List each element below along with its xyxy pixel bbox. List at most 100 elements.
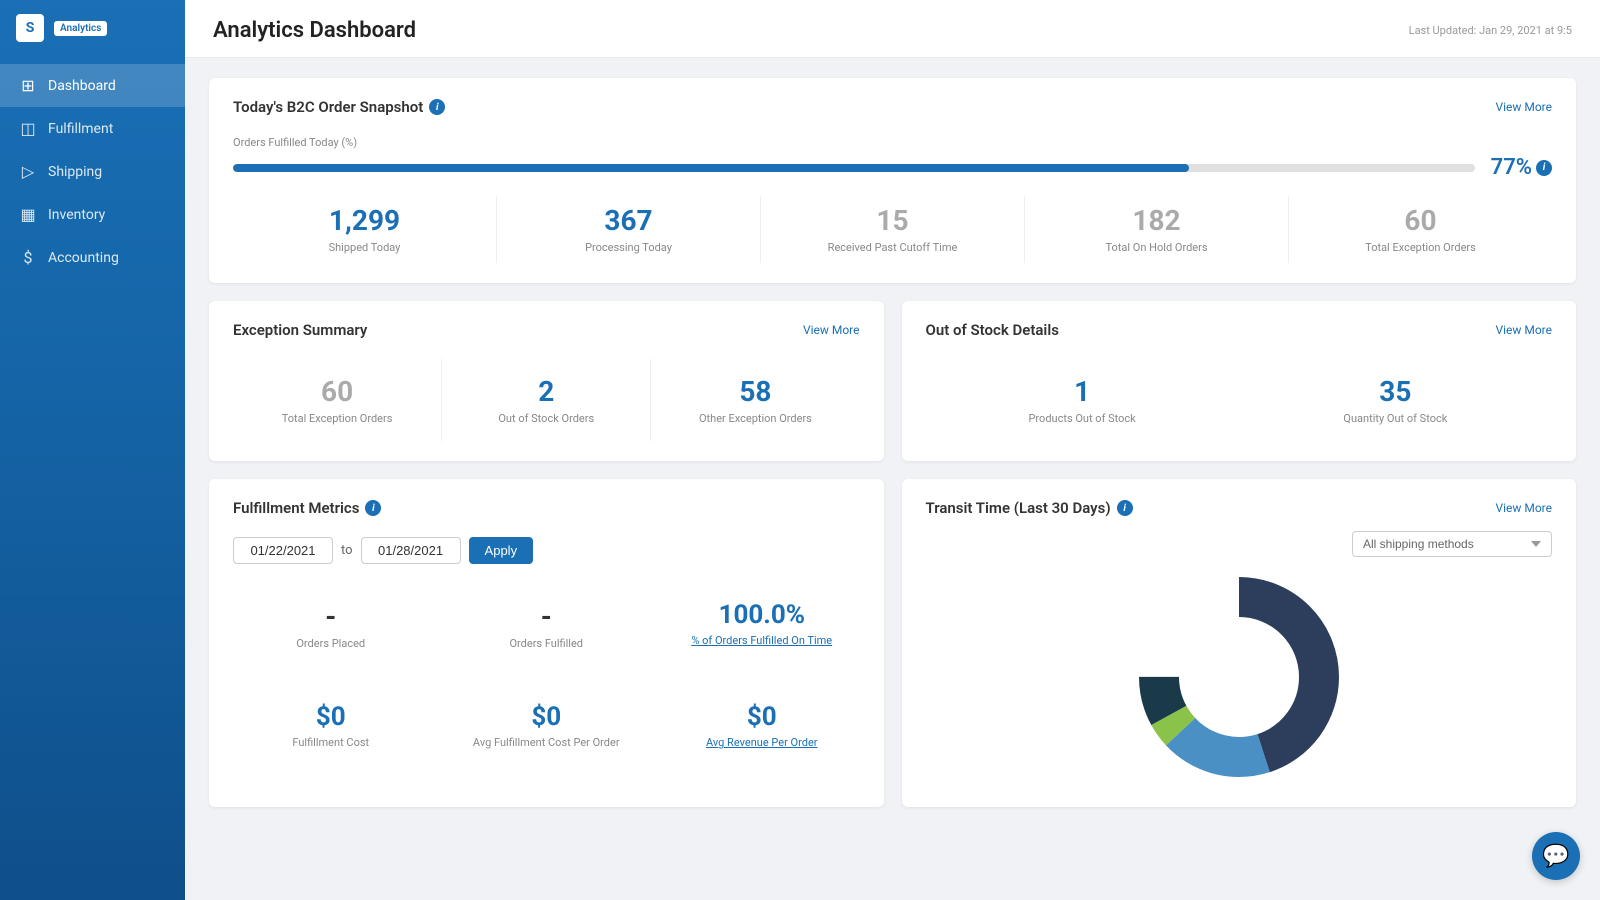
exception-summary-header: Exception Summary View More xyxy=(233,321,860,339)
sidebar-item-fulfillment[interactable]: ◫ Fulfillment xyxy=(0,107,185,150)
transit-info-icon[interactable]: i xyxy=(1117,500,1133,516)
transit-time-card: Transit Time (Last 30 Days) i View More … xyxy=(902,479,1577,807)
dashboard-icon: ⊞ xyxy=(18,76,38,95)
fm-value-0: - xyxy=(241,600,421,633)
progress-fill xyxy=(233,164,1189,172)
oos-metric-0: 1 Products Out of Stock xyxy=(926,359,1239,441)
oos-view-more[interactable]: View More xyxy=(1495,323,1552,337)
progress-section: Orders Fulfilled Today (%) 77% i xyxy=(233,136,1552,180)
sidebar-label-inventory: Inventory xyxy=(48,207,105,223)
apply-button[interactable]: Apply xyxy=(469,537,534,564)
main-content-area: Analytics Dashboard Last Updated: Jan 29… xyxy=(185,0,1600,900)
shipping-icon: ▷ xyxy=(18,162,38,181)
accounting-icon: $ xyxy=(18,248,38,267)
fm-value-5: $0 xyxy=(672,702,852,732)
fm-metric-0: - Orders Placed xyxy=(233,584,429,666)
oos-title: Out of Stock Details xyxy=(926,321,1059,339)
chat-button[interactable]: 💬 xyxy=(1532,832,1580,880)
exception-metric-2: 58 Other Exception Orders xyxy=(650,359,859,441)
snapshot-card: Today's B2C Order Snapshot i View More O… xyxy=(209,78,1576,283)
last-updated-label: Last Updated: Jan 29, 2021 at 9:5 xyxy=(1409,24,1572,37)
progress-percentage: 77% i xyxy=(1491,155,1552,180)
exception-summary-card: Exception Summary View More 60 Total Exc… xyxy=(209,301,884,461)
exception-value-1: 2 xyxy=(454,375,638,408)
progress-bar-container: 77% i xyxy=(233,155,1552,180)
fulfillment-metrics-card: Fulfillment Metrics i to Apply - Orders … xyxy=(209,479,884,807)
transit-header: Transit Time (Last 30 Days) i View More xyxy=(926,499,1553,517)
exception-label-1: Out of Stock Orders xyxy=(454,412,638,425)
snapshot-metric-value-1: 367 xyxy=(509,204,748,237)
sidebar-item-accounting[interactable]: $ Accounting xyxy=(0,236,185,279)
fm-metric-4: $0 Avg Fulfillment Cost Per Order xyxy=(449,686,645,765)
chat-icon: 💬 xyxy=(1542,844,1569,869)
fm-metric-5: $0 Avg Revenue Per Order xyxy=(664,686,860,765)
exception-metric-1: 2 Out of Stock Orders xyxy=(441,359,650,441)
snapshot-metrics: 1,299 Shipped Today 367 Processing Today… xyxy=(233,196,1552,263)
snapshot-metric-label-1: Processing Today xyxy=(509,241,748,255)
fm-label-5[interactable]: Avg Revenue Per Order xyxy=(672,736,852,749)
exception-value-2: 58 xyxy=(663,375,847,408)
oos-value-0: 1 xyxy=(938,375,1227,408)
oos-metric-1: 35 Quantity Out of Stock xyxy=(1239,359,1552,441)
pct-info-icon[interactable]: i xyxy=(1536,160,1552,176)
sidebar-label-accounting: Accounting xyxy=(48,250,119,266)
fm-metric-3: $0 Fulfillment Cost xyxy=(233,686,429,765)
logo[interactable]: S Analytics xyxy=(0,0,185,56)
snapshot-view-more[interactable]: View More xyxy=(1495,100,1552,114)
progress-track xyxy=(233,164,1475,172)
transit-view-more[interactable]: View More xyxy=(1495,501,1552,515)
oos-label-1: Quantity Out of Stock xyxy=(1251,412,1540,425)
snapshot-metric-value-0: 1,299 xyxy=(245,204,484,237)
date-to-input[interactable] xyxy=(361,537,461,564)
fm-value-1: - xyxy=(457,600,637,633)
exception-value-0: 60 xyxy=(245,375,429,408)
snapshot-metric-value-2: 15 xyxy=(773,204,1012,237)
logo-badge: Analytics xyxy=(54,21,107,36)
snapshot-metric-2: 15 Received Past Cutoff Time xyxy=(760,196,1024,263)
two-col-row-2: Fulfillment Metrics i to Apply - Orders … xyxy=(209,479,1576,807)
sidebar-item-shipping[interactable]: ▷ Shipping xyxy=(0,150,185,193)
progress-label: Orders Fulfilled Today (%) xyxy=(233,136,1552,149)
sidebar-label-dashboard: Dashboard xyxy=(48,78,116,94)
fm-label-4: Avg Fulfillment Cost Per Order xyxy=(457,736,637,749)
sidebar-label-shipping: Shipping xyxy=(48,164,102,180)
snapshot-title: Today's B2C Order Snapshot i xyxy=(233,98,445,116)
date-row: to Apply xyxy=(233,537,860,564)
exception-view-more[interactable]: View More xyxy=(803,323,860,337)
fm-label-2[interactable]: % of Orders Fulfilled On Time xyxy=(672,634,852,647)
snapshot-metric-value-4: 60 xyxy=(1301,204,1540,237)
exception-summary-title: Exception Summary xyxy=(233,321,367,339)
exception-metrics: 60 Total Exception Orders 2 Out of Stock… xyxy=(233,359,860,441)
fulfillment-icon: ◫ xyxy=(18,119,38,138)
snapshot-metric-4: 60 Total Exception Orders xyxy=(1288,196,1552,263)
fm-metric-2: 100.0% % of Orders Fulfilled On Time xyxy=(664,584,860,666)
fm-label-0: Orders Placed xyxy=(241,637,421,650)
date-separator: to xyxy=(341,543,353,558)
fm-metric-1: - Orders Fulfilled xyxy=(449,584,645,666)
date-from-input[interactable] xyxy=(233,537,333,564)
dashboard-content: Today's B2C Order Snapshot i View More O… xyxy=(185,58,1600,827)
snapshot-info-icon[interactable]: i xyxy=(429,99,445,115)
oos-value-1: 35 xyxy=(1251,375,1540,408)
fulfillment-grid: - Orders Placed - Orders Fulfilled 100.0… xyxy=(233,584,860,765)
exception-label-2: Other Exception Orders xyxy=(663,412,847,425)
shipping-methods-select[interactable]: All shipping methods xyxy=(1352,531,1552,557)
fm-value-2: 100.0% xyxy=(672,600,852,630)
donut-svg xyxy=(1129,567,1349,787)
oos-label-0: Products Out of Stock xyxy=(938,412,1227,425)
fm-label-1: Orders Fulfilled xyxy=(457,637,637,650)
sidebar-item-dashboard[interactable]: ⊞ Dashboard xyxy=(0,64,185,107)
sidebar-label-fulfillment: Fulfillment xyxy=(48,121,113,137)
sidebar: S Analytics ⊞ Dashboard ◫ Fulfillment ▷ … xyxy=(0,0,185,900)
fulfillment-title: Fulfillment Metrics i xyxy=(233,499,381,517)
out-of-stock-card: Out of Stock Details View More 1 Product… xyxy=(902,301,1577,461)
main-header: Analytics Dashboard Last Updated: Jan 29… xyxy=(185,0,1600,58)
snapshot-metric-label-0: Shipped Today xyxy=(245,241,484,255)
sidebar-item-inventory[interactable]: ▦ Inventory xyxy=(0,193,185,236)
fm-value-3: $0 xyxy=(241,702,421,732)
donut-chart xyxy=(1129,567,1349,787)
snapshot-metric-0: 1,299 Shipped Today xyxy=(233,196,496,263)
logo-icon: S xyxy=(16,14,44,42)
fulfillment-info-icon[interactable]: i xyxy=(365,500,381,516)
inventory-icon: ▦ xyxy=(18,205,38,224)
